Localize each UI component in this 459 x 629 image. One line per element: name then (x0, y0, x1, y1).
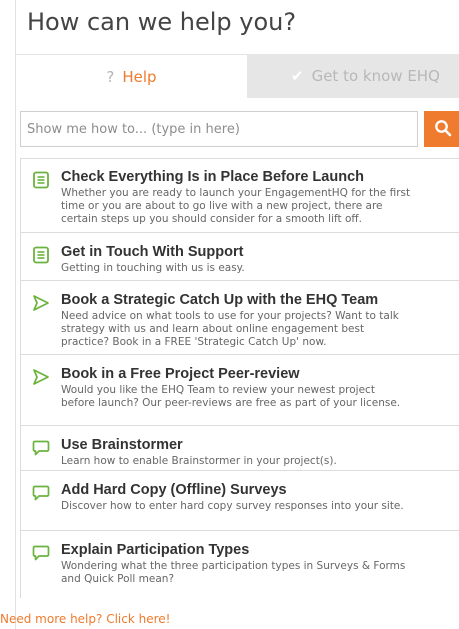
tab-help[interactable]: ? Help (16, 54, 247, 98)
checkmark-icon: ✔ (291, 67, 304, 85)
tab-get-to-know-ehq[interactable]: ✔ Get to know EHQ (247, 54, 459, 98)
article-description: Getting in touching with us is easy. (61, 262, 245, 274)
article-description: Would you like the EHQ Team to review yo… (61, 384, 401, 409)
article-title: Get in Touch With Support (61, 244, 244, 260)
article-title: Use Brainstormer (61, 437, 183, 453)
chat-bubble-icon (32, 440, 50, 456)
article-description: Learn how to enable Brainstormer in your… (61, 455, 337, 467)
article-get-in-touch[interactable]: Get in Touch With Support Getting in tou… (21, 234, 459, 281)
search-row (20, 111, 459, 147)
article-strategic-catch-up[interactable]: Book a Strategic Catch Up with the EHQ T… (21, 282, 459, 355)
send-icon (33, 295, 49, 311)
document-icon (33, 246, 49, 264)
chat-bubble-icon (32, 545, 50, 561)
question-icon: ? (106, 67, 115, 86)
help-article-list: Check Everything Is in Place Before Laun… (20, 158, 459, 598)
search-icon (435, 119, 452, 136)
chat-bubble-icon (32, 485, 50, 501)
article-description: Need advice on what tools to use for you… (61, 310, 399, 348)
help-tabs: ? Help ✔ Get to know EHQ (16, 54, 459, 98)
tab-help-label: Help (122, 67, 157, 86)
article-description: Wondering what the three participation t… (61, 560, 406, 585)
article-use-brainstormer[interactable]: Use Brainstormer Learn how to enable Bra… (21, 427, 459, 471)
tab-get-to-know-ehq-label: Get to know EHQ (311, 67, 440, 85)
article-description: Discover how to enter hard copy survey r… (61, 500, 404, 512)
article-hard-copy-surveys[interactable]: Add Hard Copy (Offline) Surveys Discover… (21, 472, 459, 531)
send-icon (33, 369, 49, 385)
article-title: Explain Participation Types (61, 542, 250, 558)
widget-title: How can we help you? (27, 8, 297, 36)
search-input[interactable] (20, 111, 418, 147)
article-participation-types[interactable]: Explain Participation Types Wondering wh… (21, 532, 459, 598)
more-help-link[interactable]: Need more help? Click here! (0, 612, 170, 626)
search-button[interactable] (424, 111, 459, 147)
article-title: Book in a Free Project Peer-review (61, 366, 300, 382)
article-peer-review[interactable]: Book in a Free Project Peer-review Would… (21, 356, 459, 426)
article-title: Add Hard Copy (Offline) Surveys (61, 482, 287, 498)
article-check-before-launch[interactable]: Check Everything Is in Place Before Laun… (21, 159, 459, 233)
document-icon (33, 171, 49, 189)
article-description: Whether you are ready to launch your Eng… (61, 187, 411, 225)
article-title: Book a Strategic Catch Up with the EHQ T… (61, 292, 379, 308)
article-title: Check Everything Is in Place Before Laun… (61, 169, 364, 185)
